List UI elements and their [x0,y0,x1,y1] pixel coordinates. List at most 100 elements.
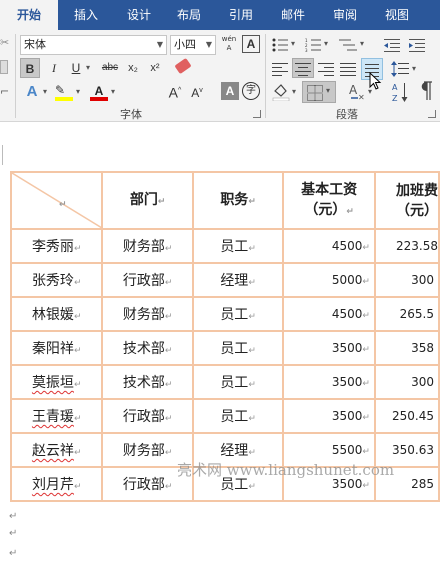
job-cell[interactable]: 员工↵ [191,364,285,400]
chevron-down-icon[interactable]: ▾ [111,87,115,96]
header-cell[interactable]: 加班费 （元） [373,171,440,230]
font-size-select[interactable]: 小四 ▼ [170,35,216,55]
chevron-down-icon[interactable]: ▾ [412,64,416,73]
character-border-button[interactable]: A [242,35,260,53]
numbering-icon[interactable]: 123 [305,37,321,53]
eraser-icon[interactable] [174,57,192,75]
job-cell[interactable]: 员工↵ [191,330,285,366]
character-shading-button[interactable]: A [221,82,239,100]
tab-insert[interactable]: 插入 [58,0,114,30]
job-cell[interactable]: 经理↵ [191,262,285,298]
line-spacing-icon[interactable] [391,61,409,77]
job-cell[interactable]: 员工↵ [191,296,285,332]
job-cell[interactable]: 员工↵ [191,228,285,264]
justify-icon[interactable] [340,61,356,76]
tab-review[interactable]: 审阅 [318,0,372,30]
salary-cell[interactable]: 5000↵ [282,262,376,298]
paragraph-dialog-launcher-icon[interactable] [428,110,436,118]
salary-cell[interactable]: 3500↵ [282,398,376,434]
show-formatting-marks-icon[interactable] [418,80,434,102]
copy-icon[interactable] [0,60,8,74]
diagonal-header-cell[interactable]: ↵ [9,171,104,230]
salary-cell[interactable]: 4500↵ [282,296,376,332]
shrink-font-button[interactable]: Av [187,81,207,101]
cell-text: 行政部 [122,273,165,289]
borders-button[interactable]: ▾ [302,81,336,103]
text-effects-button[interactable]: A [22,82,42,102]
highlighter-icon[interactable]: ✎ [55,83,73,97]
decrease-indent-icon[interactable] [384,37,400,52]
align-right-icon[interactable] [318,61,334,76]
dept-cell[interactable]: 财务部↵ [101,296,194,332]
overtime-cell[interactable]: 358 [373,330,440,366]
enclose-characters-button[interactable]: 字 [242,82,260,100]
chevron-down-icon[interactable]: ▾ [360,39,364,48]
format-painter-icon[interactable]: ⌐ [0,85,9,99]
overtime-cell[interactable]: 250.45 [373,398,440,434]
cell-text: 技术部 [122,341,165,357]
chevron-down-icon[interactable]: ▾ [324,39,328,48]
bullets-icon[interactable] [272,37,288,52]
name-cell[interactable]: 王青瑗↵ [9,398,104,434]
italic-button[interactable]: I [44,58,64,78]
salary-cell[interactable]: 3500↵ [282,364,376,400]
chevron-down-icon[interactable]: ▾ [43,87,47,96]
dept-cell[interactable]: 财务部↵ [101,228,194,264]
increase-indent-icon[interactable] [409,37,425,52]
grow-font-button[interactable]: A^ [165,81,185,101]
tab-view[interactable]: 视图 [372,0,422,30]
chevron-down-icon[interactable]: ▾ [291,39,295,48]
name-cell[interactable]: 林银媛↵ [9,296,104,332]
align-left-icon[interactable] [272,61,288,76]
cell-text: 4500 [331,307,363,321]
font-dialog-launcher-icon[interactable] [253,110,261,118]
overtime-cell[interactable]: 265.5 [373,296,440,332]
name-cell[interactable]: 刘月芹↵ [9,466,104,502]
asian-layout-icon[interactable]: A ✕ [348,82,368,102]
cell-text: 财务部 [122,443,165,459]
phonetic-guide-icon[interactable]: wén A [219,35,239,55]
name-cell[interactable]: 秦阳祥↵ [9,330,104,366]
dept-cell[interactable]: 行政部↵ [101,398,194,434]
sort-icon[interactable]: AZ [392,81,410,103]
name-cell[interactable]: 赵云祥↵ [9,432,104,468]
chevron-down-icon[interactable]: ▾ [86,63,90,72]
superscript-button[interactable]: x² [145,58,165,78]
subscript-button[interactable]: x₂ [123,58,143,78]
header-cell[interactable]: 部门↵ [101,171,194,230]
tab-mailings[interactable]: 邮件 [268,0,318,30]
multilevel-list-icon[interactable] [339,37,357,51]
shading-icon[interactable] [272,83,290,102]
dept-cell[interactable]: 技术部↵ [101,364,194,400]
tab-references[interactable]: 引用 [214,0,268,30]
font-name-select[interactable]: 宋体 ▼ [20,35,167,55]
underline-button[interactable]: U [66,58,86,78]
cut-icon[interactable]: ✂ [0,36,9,50]
tab-layout[interactable]: 布局 [164,0,214,30]
chevron-down-icon[interactable]: ▾ [76,87,80,96]
tab-design[interactable]: 设计 [114,0,164,30]
chevron-down-icon[interactable]: ▾ [368,87,372,96]
cell-text: 秦阳祥 [31,341,74,357]
bold-button[interactable]: B [20,58,40,78]
strikethrough-button[interactable]: abc [98,58,122,78]
header-cell[interactable]: 基本工资 （元）↵ [282,171,376,230]
dept-cell[interactable]: 行政部↵ [101,262,194,298]
name-cell[interactable]: 张秀玲↵ [9,262,104,298]
document-canvas[interactable]: ↵ 部门↵ 职务↵ 基本工资 （元）↵ 加班费 （元） 李秀丽↵ 财务部↵ 员工… [0,123,440,568]
chevron-down-icon[interactable]: ▾ [292,87,296,96]
overtime-cell[interactable]: 223.58 [373,228,440,264]
overtime-cell[interactable]: 300 [373,262,440,298]
overtime-cell[interactable]: 300 [373,364,440,400]
tab-home[interactable]: 开始 [0,0,58,30]
salary-cell[interactable]: 4500↵ [282,228,376,264]
salary-cell[interactable]: 3500↵ [282,330,376,366]
job-cell[interactable]: 员工↵ [191,398,285,434]
dept-cell[interactable]: 技术部↵ [101,330,194,366]
align-center-icon[interactable] [292,58,314,78]
cell-text: 300 [411,273,434,287]
name-cell[interactable]: 李秀丽↵ [9,228,104,264]
header-cell[interactable]: 职务↵ [191,171,285,230]
ribbon-tab-bar: 开始 插入 设计 布局 引用 邮件 审阅 视图 [0,0,440,30]
name-cell[interactable]: 莫振垣↵ [9,364,104,400]
